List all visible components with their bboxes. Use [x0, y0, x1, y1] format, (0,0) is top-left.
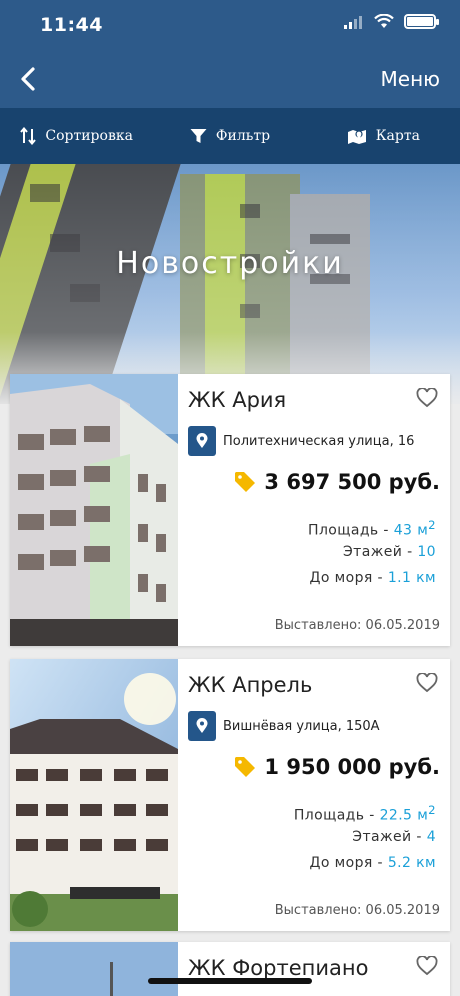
floors-row: Этажей - 10 — [342, 544, 436, 560]
price-text: 3 697 500 руб. — [264, 470, 440, 494]
signal-icon — [344, 15, 362, 29]
listing-card[interactable]: ЖК Ария Политехническая улица, 16 3 697 … — [10, 374, 450, 646]
sea-distance-value: 5.2 км — [387, 855, 436, 871]
sea-distance-value: 1.1 км — [387, 570, 436, 586]
listing-card[interactable]: ЖК Фортепиано — [10, 942, 450, 996]
area-row: Площадь - 22.5 м2 — [293, 803, 436, 824]
floors-value: 10 — [417, 544, 436, 560]
listing-photo — [10, 374, 178, 646]
favorite-heart-icon[interactable] — [416, 956, 438, 976]
listing-name: ЖК Апрель — [188, 673, 313, 697]
sea-distance-row: До моря - 5.2 км — [309, 855, 436, 871]
listing-photo — [10, 659, 178, 931]
price-tag-icon — [235, 472, 256, 492]
price-text: 1 950 000 руб. — [264, 755, 440, 779]
listed-date: Выставлено: 06.05.2019 — [274, 903, 440, 918]
menu-button[interactable]: Меню — [381, 67, 440, 91]
sort-button[interactable]: Сортировка — [0, 108, 153, 164]
listing-price: 1 950 000 руб. — [234, 755, 440, 779]
toolbar: Сортировка Фильтр Карта — [0, 108, 460, 164]
listed-date: Выставлено: 06.05.2019 — [274, 618, 440, 633]
favorite-heart-icon[interactable] — [416, 388, 438, 408]
listing-photo — [10, 942, 178, 996]
address-text: Вишнёвая улица, 150А — [223, 718, 380, 734]
map-pin-icon — [347, 130, 366, 144]
area-value: 43 м — [393, 522, 429, 539]
hero-banner: Новостройки — [0, 164, 460, 404]
area-value: 22.5 м — [379, 807, 429, 824]
map-button[interactable]: Карта — [307, 108, 460, 164]
listing-price: 3 697 500 руб. — [234, 470, 440, 494]
sort-label: Сортировка — [45, 128, 133, 144]
area-row: Площадь - 43 м2 — [308, 518, 436, 539]
floors-row: Этажей - 4 — [352, 829, 436, 845]
listing-address[interactable]: Политехническая улица, 16 — [188, 426, 414, 456]
location-pin-icon — [188, 426, 216, 456]
back-button[interactable] — [16, 64, 42, 94]
battery-icon — [404, 14, 439, 29]
wifi-icon — [374, 14, 394, 28]
filter-label: Фильтр — [215, 128, 271, 144]
favorite-heart-icon[interactable] — [416, 673, 438, 693]
sea-distance-row: До моря - 1.1 км — [309, 570, 436, 586]
floors-value: 4 — [426, 829, 436, 845]
listing-name: ЖК Ария — [188, 388, 287, 412]
price-tag-icon — [235, 757, 256, 777]
funnel-icon — [190, 129, 207, 143]
page-title: Новостройки — [116, 246, 344, 281]
app-header: 11:44 Меню — [0, 0, 460, 108]
address-text: Политехническая улица, 16 — [223, 433, 415, 449]
map-label: Карта — [375, 128, 420, 144]
listing-address[interactable]: Вишнёвая улица, 150А — [188, 711, 380, 741]
home-indicator[interactable] — [148, 978, 312, 984]
location-pin-icon — [188, 711, 216, 741]
status-icons — [344, 14, 439, 29]
filter-button[interactable]: Фильтр — [153, 108, 306, 164]
listing-name: ЖК Фортепиано — [188, 956, 369, 980]
listing-card[interactable]: ЖК Апрель Вишнёвая улица, 150А 1 950 000… — [10, 659, 450, 931]
sort-arrows-icon — [20, 127, 37, 145]
status-time: 11:44 — [40, 14, 103, 36]
